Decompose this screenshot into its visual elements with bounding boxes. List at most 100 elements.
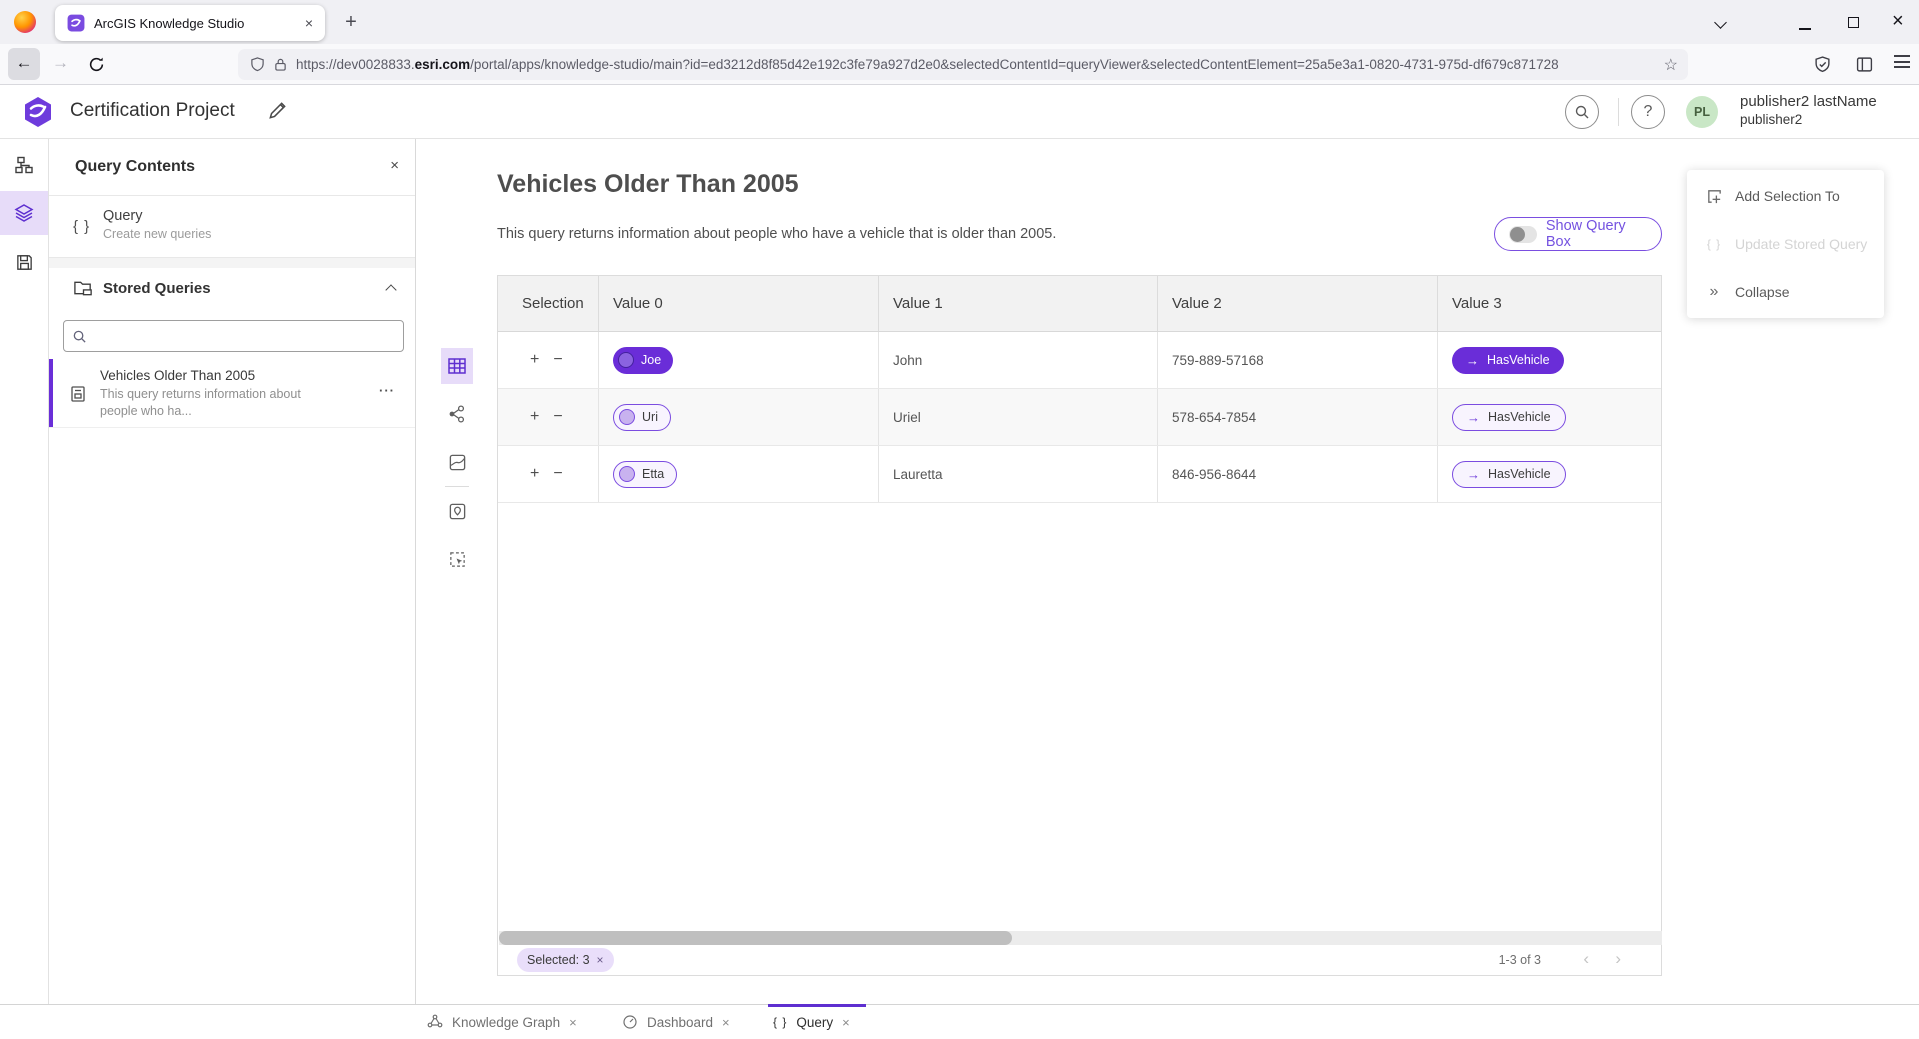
- entity-dot-icon: [619, 466, 635, 482]
- firefox-icon[interactable]: [14, 11, 36, 33]
- entity-pill[interactable]: Etta: [613, 461, 677, 488]
- entity-pill[interactable]: Uri: [613, 404, 671, 431]
- panel-divider-band: [49, 258, 415, 268]
- menu-item-label: Add Selection To: [1735, 188, 1840, 204]
- selection-cell: + −: [498, 446, 599, 502]
- entity-dot-icon: [619, 409, 635, 425]
- item-options-icon[interactable]: ···: [379, 383, 395, 398]
- tracking-shield-icon[interactable]: [250, 57, 265, 72]
- horizontal-scrollbar[interactable]: [499, 931, 1662, 945]
- close-tab-icon[interactable]: ×: [842, 1015, 850, 1030]
- tab-dashboard[interactable]: Dashboard ×: [622, 1005, 730, 1039]
- sidebar-item-save[interactable]: [0, 240, 48, 284]
- search-input[interactable]: [95, 329, 395, 344]
- reload-button[interactable]: [88, 56, 105, 73]
- entity-cell: Uri: [599, 389, 879, 445]
- tab-query[interactable]: { } Query ×: [773, 1005, 850, 1039]
- app-logo: [22, 96, 54, 128]
- search-button[interactable]: [1565, 95, 1599, 129]
- remove-selection-icon[interactable]: −: [553, 409, 562, 425]
- folder-icon: [73, 278, 94, 298]
- close-tab-icon[interactable]: ×: [569, 1015, 577, 1030]
- tool-add-to-map[interactable]: [441, 493, 473, 529]
- user-info[interactable]: publisher2 lastName publisher2: [1740, 93, 1877, 129]
- arrow-right-icon: →: [1467, 467, 1480, 482]
- sidebar-item-contents[interactable]: [0, 191, 48, 235]
- table-footer: Selected: 3 × 1-3 of 3 ‹ ›: [498, 945, 1661, 976]
- user-name: publisher2 lastName: [1740, 93, 1877, 112]
- collapse-section-chevron-icon[interactable]: [385, 284, 396, 295]
- next-page-icon[interactable]: ›: [1615, 949, 1621, 969]
- value-cell: John: [879, 332, 1158, 388]
- tab-list-chevron-icon[interactable]: [1714, 16, 1727, 29]
- url-text[interactable]: https://dev0028833.esri.com/portal/apps/…: [296, 57, 1656, 72]
- entity-pill[interactable]: Joe: [613, 347, 673, 374]
- url-bar[interactable]: https://dev0028833.esri.com/portal/apps/…: [238, 49, 1688, 80]
- menu-item-add-selection-to[interactable]: Add Selection To: [1687, 172, 1884, 220]
- add-selection-icon[interactable]: +: [530, 352, 539, 368]
- clear-selection-icon[interactable]: ×: [597, 953, 604, 967]
- previous-page-icon[interactable]: ‹: [1583, 949, 1589, 969]
- tool-map[interactable]: [441, 444, 473, 480]
- page-range-label: 1-3 of 3: [1499, 953, 1541, 967]
- lock-icon[interactable]: [274, 57, 287, 72]
- table-row[interactable]: + − Joe John 759-889-57168 →HasVehicle: [498, 332, 1661, 389]
- relationship-pill[interactable]: →HasVehicle: [1452, 404, 1566, 431]
- add-selection-icon[interactable]: +: [530, 466, 539, 482]
- relationship-pill[interactable]: →HasVehicle: [1452, 461, 1566, 488]
- remove-selection-icon[interactable]: −: [553, 466, 562, 482]
- stored-query-item[interactable]: Vehicles Older Than 2005 This query retu…: [49, 359, 415, 428]
- show-query-box-toggle[interactable]: Show Query Box: [1494, 217, 1662, 251]
- help-button[interactable]: ?: [1631, 95, 1665, 129]
- menu-item-collapse[interactable]: » Collapse: [1687, 268, 1884, 316]
- app-favicon: [67, 14, 85, 32]
- stored-query-description: This query returns information about peo…: [100, 386, 318, 420]
- tool-select[interactable]: [441, 541, 473, 577]
- table-icon: [447, 356, 467, 376]
- browser-tab[interactable]: ArcGIS Knowledge Studio ×: [55, 5, 325, 41]
- bookmark-star-icon[interactable]: ☆: [1664, 55, 1678, 75]
- menu-item-update-stored-query: { } Update Stored Query: [1687, 220, 1884, 268]
- entity-cell: Etta: [599, 446, 879, 502]
- menu-icon[interactable]: [1894, 55, 1910, 68]
- shield-check-icon[interactable]: [1814, 56, 1831, 73]
- arrow-right-icon: →: [1466, 353, 1479, 368]
- bottom-tab-bar: Knowledge Graph × Dashboard × { } Query …: [0, 1004, 1919, 1038]
- stored-queries-header[interactable]: Stored Queries: [49, 268, 415, 310]
- edit-title-icon[interactable]: [268, 101, 287, 120]
- panel-close-icon[interactable]: ×: [390, 157, 399, 174]
- sidebar-item-hierarchy[interactable]: [0, 143, 48, 187]
- stored-queries-label: Stored Queries: [103, 280, 211, 297]
- link-chart-icon: [447, 404, 467, 424]
- add-selection-icon[interactable]: +: [530, 409, 539, 425]
- results-table: Selection Value 0 Value 1 Value 2 Value …: [497, 275, 1662, 976]
- forward-button[interactable]: →: [52, 53, 69, 73]
- relationship-pill[interactable]: →HasVehicle: [1452, 347, 1564, 374]
- window-minimize-button[interactable]: [1799, 28, 1811, 30]
- toggle-track[interactable]: [1509, 226, 1537, 243]
- query-list-item[interactable]: { } Query Create new queries: [49, 196, 415, 258]
- window-close-button[interactable]: ×: [1892, 10, 1904, 33]
- tool-link-chart[interactable]: [441, 396, 473, 432]
- sidebar-library-icon[interactable]: [1856, 56, 1873, 73]
- back-button[interactable]: ←: [8, 48, 40, 80]
- value-cell: 578-654-7854: [1158, 389, 1438, 445]
- scrollbar-thumb[interactable]: [499, 931, 1012, 945]
- selected-count-chip[interactable]: Selected: 3 ×: [517, 948, 614, 972]
- window-maximize-button[interactable]: [1848, 17, 1859, 28]
- tool-table-view[interactable]: [441, 348, 473, 384]
- browser-navbar: ← → https://dev0028833.esri.com/portal/a…: [0, 44, 1919, 85]
- new-tab-button[interactable]: +: [338, 9, 364, 35]
- app-header: Certification Project ? PL publisher2 la…: [0, 85, 1919, 139]
- tab-close-icon[interactable]: ×: [303, 15, 315, 31]
- avatar[interactable]: PL: [1686, 96, 1718, 128]
- remove-selection-icon[interactable]: −: [553, 352, 562, 368]
- table-row[interactable]: + − Etta Lauretta 846-956-8644 →HasVehic…: [498, 446, 1661, 503]
- project-title: Certification Project: [70, 100, 235, 122]
- table-row[interactable]: + − Uri Uriel 578-654-7854 →HasVehicle: [498, 389, 1661, 446]
- select-tool-icon: [448, 550, 467, 569]
- tab-knowledge-graph[interactable]: Knowledge Graph ×: [427, 1005, 577, 1039]
- close-tab-icon[interactable]: ×: [722, 1015, 730, 1030]
- dashboard-icon: [622, 1014, 638, 1030]
- stored-queries-search[interactable]: [63, 320, 404, 352]
